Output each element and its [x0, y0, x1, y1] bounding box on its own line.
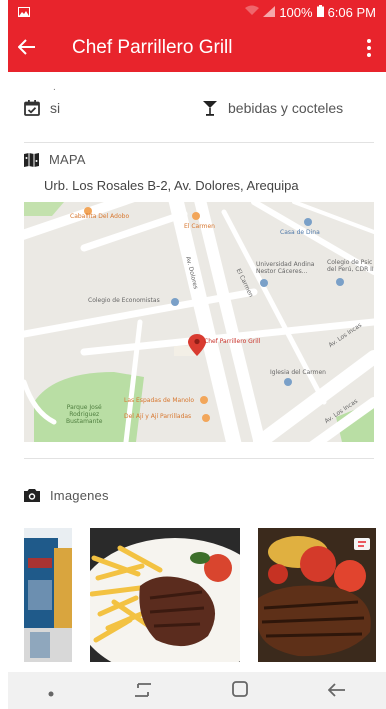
map-label: Iglesia del Carmen: [270, 369, 326, 376]
home-icon[interactable]: [232, 680, 248, 701]
map-heading-label: MAPA: [49, 152, 86, 167]
cocktail-glass-icon: [203, 101, 217, 116]
feature-reservation: si: [24, 100, 60, 116]
location-map[interactable]: Caballita Del Adobo El Carmen Casa de Di…: [24, 202, 374, 442]
map-heading: MAPA: [24, 152, 86, 167]
status-bar: 100% 6:06 PM: [8, 0, 386, 24]
wifi-icon: [245, 5, 260, 19]
map-label: Colegio de Economistas: [88, 297, 160, 304]
address: Urb. Los Rosales B-2, Av. Dolores, Arequ…: [44, 178, 299, 193]
gallery-photo[interactable]: [90, 528, 240, 662]
camera-icon: [24, 489, 40, 502]
detail-content: . si bebidas y cocteles MAPA Urb. Los Ro…: [8, 72, 386, 670]
map-label: Universidad Andina Nestor Cáceres...: [256, 261, 315, 275]
image-gallery: [24, 528, 386, 664]
images-heading-label: Imagenes: [50, 488, 109, 503]
feature-label: si: [50, 100, 61, 116]
divider: [24, 458, 374, 459]
system-nav-bar: [8, 672, 386, 709]
map-label: Colegio de Psic del Perú, CDR II: [327, 259, 374, 273]
map-label: Casa de Dina: [280, 229, 320, 236]
clock: 6:06 PM: [327, 4, 376, 20]
arrow-left-icon: [17, 39, 35, 55]
back-button[interactable]: [17, 37, 58, 59]
battery-percent: 100%: [279, 4, 313, 20]
map-label: Caballita Del Adobo: [70, 213, 130, 220]
map-label: Parque José Rodriguez Bustamante: [66, 404, 103, 425]
back-icon[interactable]: [327, 681, 346, 701]
status-right: 100% 6:06 PM: [245, 4, 376, 20]
feature-drinks: bebidas y cocteles: [202, 100, 343, 116]
feature-label: bebidas y cocteles: [228, 100, 344, 116]
app-bar: Chef Parrillero Grill: [8, 24, 386, 72]
images-heading: Imagenes: [24, 488, 109, 503]
subtitle-mark: .: [53, 82, 56, 93]
divider: [24, 142, 374, 143]
recent-apps-icon[interactable]: [134, 681, 152, 701]
map-label: Las Espadas de Manolo: [124, 397, 195, 404]
more-vert-icon[interactable]: [362, 39, 376, 57]
map-label: El Carmen: [184, 223, 215, 230]
dot-icon: [48, 681, 54, 701]
signal-icon: [263, 5, 276, 20]
calendar-check-icon: [24, 100, 40, 116]
battery-icon: [316, 4, 324, 20]
image-icon: [18, 5, 30, 20]
map-label: Del Ají y Ají Parrilladas: [124, 413, 192, 420]
gallery-photo[interactable]: [258, 528, 376, 662]
map-icon: [24, 152, 39, 167]
gallery-photo[interactable]: [24, 528, 72, 662]
map-label: Chef Parrillero Grill: [204, 338, 261, 345]
page-title: Chef Parrillero Grill: [72, 37, 233, 58]
